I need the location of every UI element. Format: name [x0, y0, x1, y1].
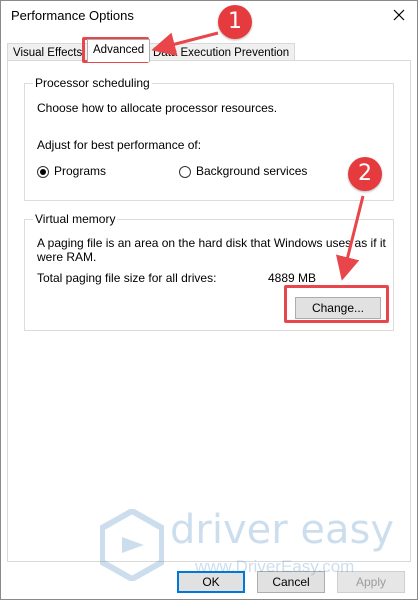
processor-scheduling-label: Processor scheduling — [33, 76, 152, 90]
tab-panel-advanced: Processor scheduling Choose how to alloc… — [7, 60, 411, 562]
virtual-memory-description-line1: A paging file is an area on the hard dis… — [37, 236, 386, 250]
adjust-performance-label: Adjust for best performance of: — [37, 138, 202, 152]
cancel-button[interactable]: Cancel — [257, 571, 325, 593]
virtual-memory-label: Virtual memory — [33, 212, 118, 226]
processor-scheduling-group: Processor scheduling Choose how to alloc… — [24, 76, 394, 201]
tab-advanced[interactable]: Advanced — [87, 39, 151, 62]
ok-button[interactable]: OK — [177, 571, 245, 593]
tab-strip: Visual Effects Advanced Data Execution P… — [7, 39, 411, 62]
radio-programs-label: Programs — [54, 164, 107, 178]
radio-programs-indicator[interactable] — [37, 166, 49, 178]
step-1-badge: 1 — [218, 5, 252, 39]
radio-programs[interactable]: Programs — [37, 164, 147, 180]
tab-advanced-label: Advanced — [93, 44, 145, 56]
total-paging-size-value: 4889 MB — [268, 271, 317, 285]
change-button[interactable]: Change... — [295, 297, 381, 319]
radio-background-services-label: Background services — [196, 164, 308, 178]
total-paging-size-label: Total paging file size for all drives: — [37, 271, 217, 285]
close-icon[interactable] — [391, 7, 407, 23]
performance-options-window: Performance Options Visual Effects Advan… — [0, 0, 418, 600]
tab-visual-effects-label: Visual Effects — [13, 47, 83, 59]
apply-button: Apply — [337, 571, 405, 593]
radio-background-services-indicator[interactable] — [179, 166, 191, 178]
virtual-memory-description-line2: were RAM. — [37, 250, 97, 264]
title-bar: Performance Options — [1, 1, 417, 31]
step-2-badge: 2 — [348, 157, 382, 191]
window-title: Performance Options — [11, 8, 134, 23]
virtual-memory-group: Virtual memory A paging file is an area … — [24, 212, 394, 331]
radio-background-services[interactable]: Background services — [179, 164, 339, 180]
processor-scheduling-description: Choose how to allocate processor resourc… — [37, 101, 278, 115]
tab-dep-label: Data Execution Prevention — [153, 47, 290, 59]
radio-selected-dot — [40, 169, 46, 175]
